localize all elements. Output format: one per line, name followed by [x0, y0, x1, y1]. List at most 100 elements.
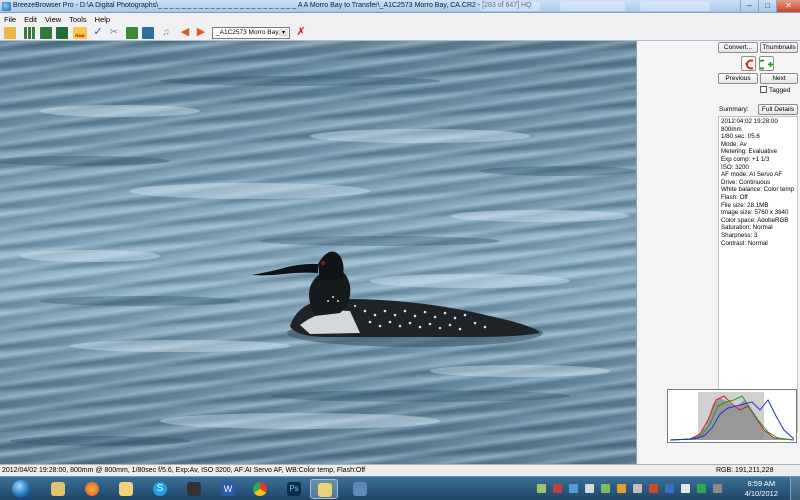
summary-line: Color space: AdobeRGB — [721, 216, 789, 224]
summary-line: Contrast: Normal — [721, 239, 768, 247]
side-panel: Convert... Thumbnails Previous Next Tagg… — [636, 41, 800, 464]
show-desktop-button[interactable] — [790, 477, 800, 500]
chrome-icon — [253, 482, 267, 496]
menu-edit[interactable]: Edit — [20, 13, 41, 25]
skype-icon: S — [153, 482, 167, 496]
tray-icon[interactable] — [569, 484, 578, 493]
tray-icon[interactable] — [617, 484, 626, 493]
tray-icon[interactable] — [633, 484, 642, 493]
toolbar: RAW ✓ ✂ ♫ ◀ ▶ _A1C2573 Morro Bay, ▾ ✗ — [0, 25, 800, 41]
close-button[interactable]: ✕ — [776, 0, 800, 12]
title-glass — [560, 2, 625, 11]
clock[interactable]: 8:59 AM 4/10/2012 — [745, 479, 778, 499]
summary-line: 2012:04:02 19:28:00 — [721, 118, 778, 125]
start-button[interactable] — [2, 479, 40, 499]
delete-icon[interactable]: ✗ — [295, 27, 307, 39]
tagged-checkbox-box[interactable] — [760, 86, 767, 93]
open-folder-icon[interactable] — [4, 27, 16, 39]
thumbnail-view-icon[interactable] — [40, 27, 52, 39]
taskbar: S W Ps 8:59 AM 4/10/2012 — [0, 476, 800, 500]
app-icon — [2, 2, 11, 11]
tray-icon[interactable] — [553, 484, 562, 493]
file-select[interactable]: _A1C2573 Morro Bay, ▾ — [212, 27, 290, 39]
menu-help[interactable]: Help — [91, 13, 114, 25]
previous-button[interactable]: Previous — [718, 73, 758, 84]
tagged-label: Tagged — [769, 87, 791, 94]
loon-photo — [0, 76, 636, 446]
photo-view[interactable] — [0, 41, 636, 464]
web-gallery-icon[interactable] — [142, 27, 154, 39]
summary-line: Exp comp: +1 1/3 — [721, 155, 770, 163]
chevron-down-icon[interactable]: ▾ — [279, 29, 288, 37]
title-bar: BreezeBrowser Pro - D:\A Digital Photogr… — [0, 0, 800, 13]
taskbar-breezebrowser[interactable] — [310, 479, 338, 499]
maximize-button[interactable]: □ — [758, 0, 776, 12]
summary-label: Summary: — [719, 106, 749, 113]
summary-line: Drive: Continuous — [721, 178, 771, 186]
tray-icon[interactable] — [697, 484, 706, 493]
window-title: BreezeBrowser Pro - D:\A Digital Photogr… — [13, 2, 532, 9]
thumbnails-button[interactable]: Thumbnails — [760, 42, 798, 53]
slideshow-icon[interactable] — [126, 27, 138, 39]
convert-button[interactable]: Convert... — [718, 42, 758, 53]
tray-icon[interactable] — [601, 484, 610, 493]
menu-tools[interactable]: Tools — [65, 13, 91, 25]
tray-icon[interactable] — [537, 484, 546, 493]
app-icon — [353, 482, 367, 496]
summary-line: Sharpness: 3 — [721, 231, 758, 239]
breezebrowser-icon — [318, 483, 332, 497]
camera-icon — [187, 482, 201, 496]
tools-icon[interactable]: ✂ — [108, 27, 120, 39]
music-icon[interactable]: ♫ — [160, 27, 172, 39]
taskbar-folder[interactable] — [112, 479, 140, 499]
photoshop-icon: Ps — [287, 482, 301, 496]
back-arrow-icon[interactable]: ◀ — [179, 27, 191, 39]
summary-box: 2012:04:02 19:28:00 800mm 1/80 sec. f/5.… — [718, 116, 798, 432]
folder-icon — [119, 482, 133, 496]
tray-icon[interactable] — [585, 484, 594, 493]
menu-bar: File Edit View Tools Help — [0, 13, 800, 25]
status-rgb: RGB: 191,211,228 — [716, 467, 774, 474]
tray-icon[interactable] — [649, 484, 658, 493]
summary-line: Metering: Evaluative — [721, 148, 778, 156]
title-glass — [480, 2, 540, 11]
taskbar-word[interactable]: W — [214, 479, 242, 499]
taskbar-photoshop[interactable]: Ps — [280, 479, 308, 499]
menu-view[interactable]: View — [41, 13, 65, 25]
loon-bird — [252, 251, 543, 347]
check-icon[interactable]: ✓ — [92, 27, 104, 39]
summary-line: 1/80 sec. f/5.6 — [721, 133, 760, 141]
taskbar-skype[interactable]: S — [146, 479, 174, 499]
minimize-button[interactable]: – — [740, 0, 758, 12]
file-select-value: _A1C2573 Morro Bay, — [216, 29, 280, 36]
tray-icon[interactable] — [681, 484, 690, 493]
clock-time: 8:59 AM — [747, 479, 776, 488]
word-icon: W — [221, 482, 235, 496]
summary-line: 800mm — [721, 125, 742, 133]
summary-line: Mode: Av — [721, 140, 747, 148]
taskbar-camera[interactable] — [180, 479, 208, 499]
menu-file[interactable]: File — [0, 13, 20, 25]
summary-line: Saturation: Normal — [721, 224, 773, 232]
clock-date: 4/10/2012 — [744, 489, 778, 498]
forward-arrow-icon[interactable]: ▶ — [195, 27, 207, 39]
taskbar-app[interactable] — [346, 479, 374, 499]
summary-line: File size: 28.1MB — [721, 201, 769, 209]
thumbnail-grid-icon[interactable] — [24, 27, 36, 39]
raw-icon[interactable]: RAW — [73, 27, 87, 39]
summary-line: White balance: Color temp — [721, 186, 794, 194]
full-image-icon[interactable] — [56, 27, 68, 39]
summary-line: AF mode: AI Servo AF — [721, 171, 783, 179]
status-bar: 2012/04/02 19:28:00, 800mm @ 800mm, 1/80… — [0, 464, 800, 476]
tray-icon[interactable] — [665, 484, 674, 493]
tagged-checkbox[interactable]: Tagged — [760, 86, 790, 94]
next-button[interactable]: Next — [760, 73, 798, 84]
rotate-left-icon[interactable] — [741, 56, 756, 71]
summary-line: ISO: 3200 — [721, 163, 749, 171]
tag-add-icon[interactable] — [757, 56, 774, 71]
full-details-button[interactable]: Full Details — [758, 104, 798, 115]
taskbar-chrome[interactable] — [246, 479, 274, 499]
taskbar-firefox[interactable] — [78, 479, 106, 499]
tray-icon[interactable] — [713, 484, 722, 493]
taskbar-explorer[interactable] — [44, 479, 72, 499]
